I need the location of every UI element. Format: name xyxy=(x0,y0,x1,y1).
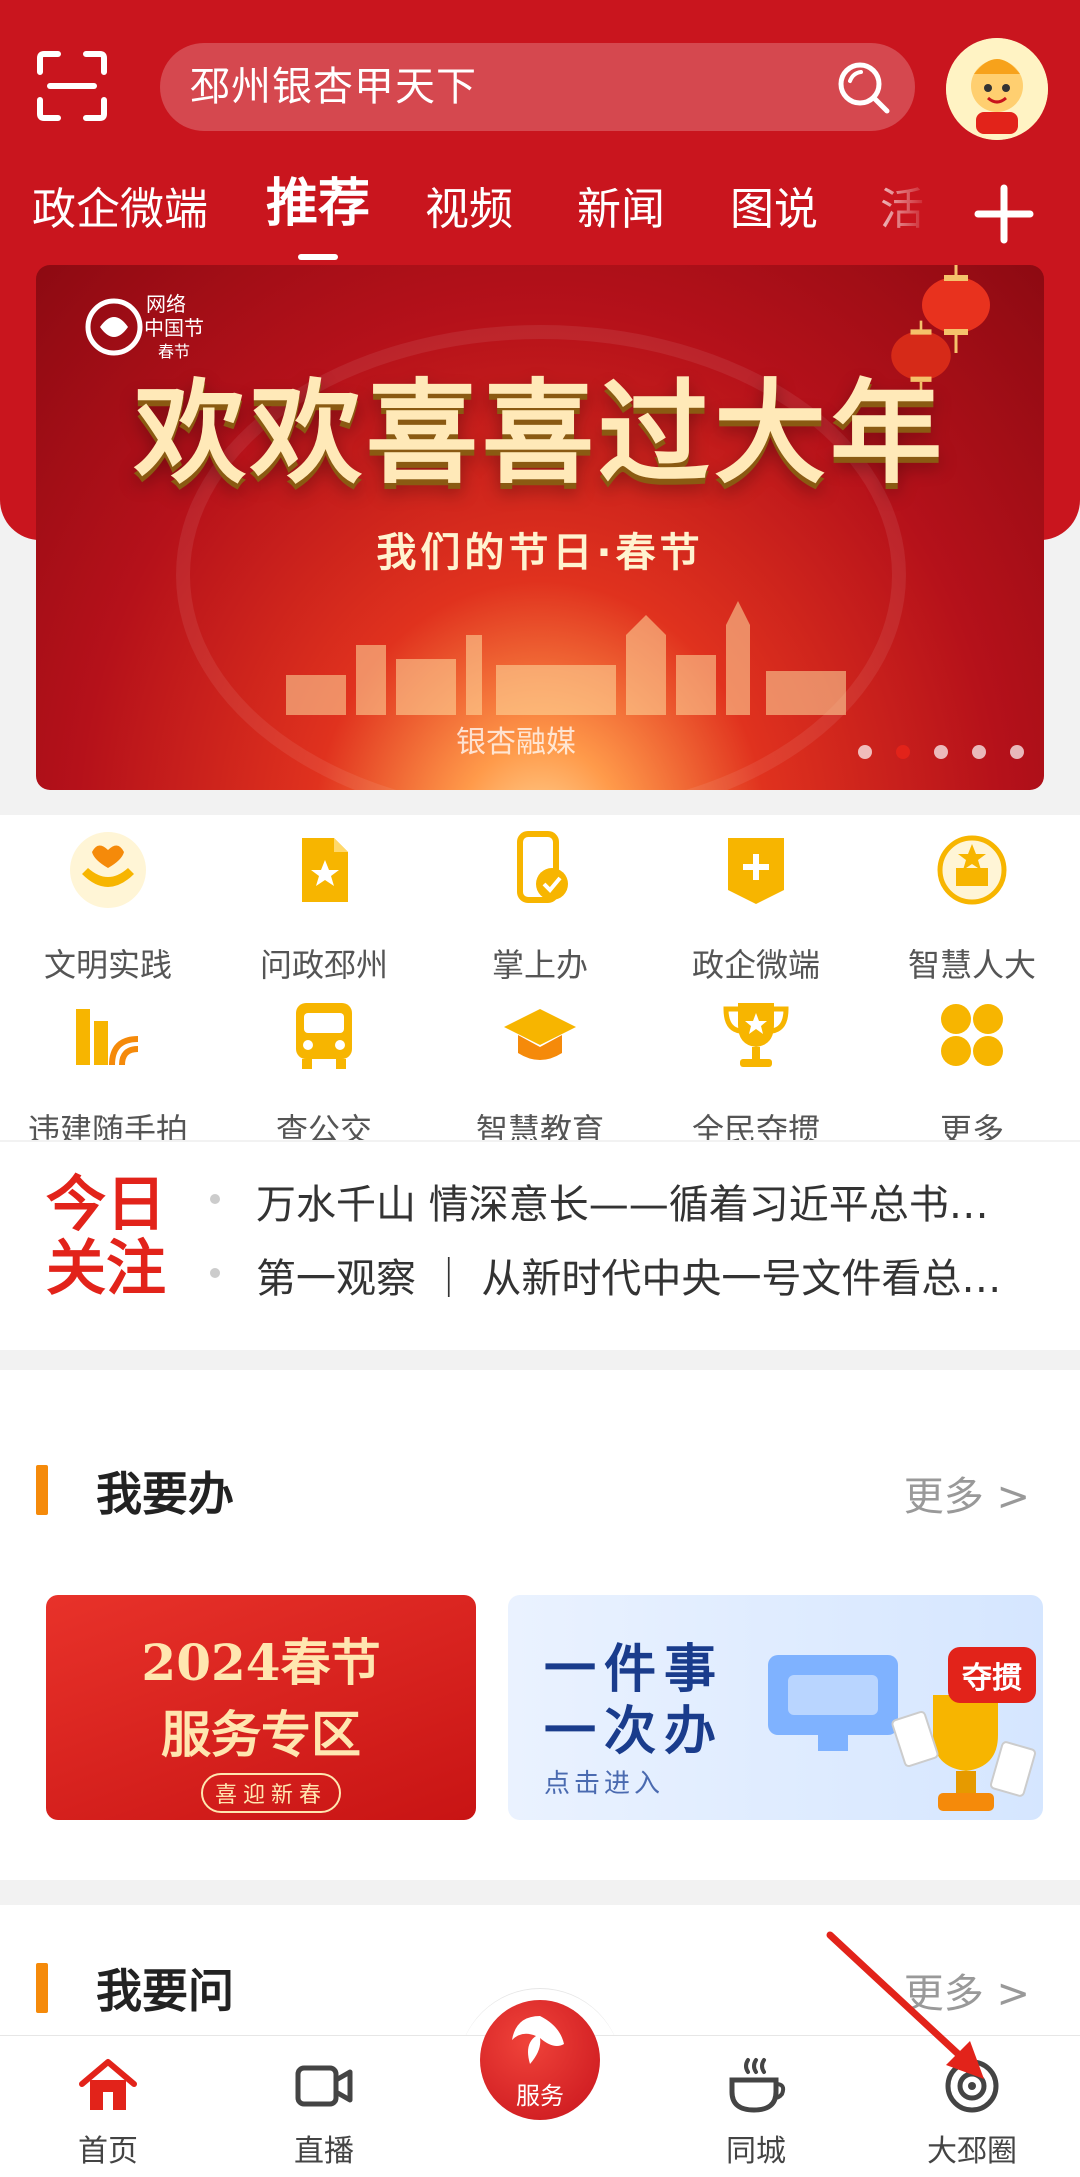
service-wenzheng[interactable]: 问政邳州 xyxy=(216,830,432,990)
avatar[interactable] xyxy=(946,38,1048,140)
carousel-dot[interactable] xyxy=(972,745,986,759)
search-icon[interactable] xyxy=(833,57,893,117)
section-more-link[interactable]: 更多 > xyxy=(904,1464,1030,1522)
one-thing-card[interactable]: 一件事 一次办 点击进入 夺掼 xyxy=(508,1595,1043,1820)
service-label: 问政邳州 xyxy=(259,946,388,984)
tab-zhengqi[interactable]: 政企微端 xyxy=(32,182,208,238)
star-document-icon xyxy=(302,838,348,902)
nav-home[interactable]: 首页 xyxy=(28,2046,188,2171)
card-tag: 喜迎新春 xyxy=(201,1773,342,1813)
banner-title: 欢欢喜喜过大年 xyxy=(134,368,946,499)
search-input[interactable]: 邳州银杏甲天下 xyxy=(160,43,915,131)
plus-badge-icon xyxy=(728,838,784,904)
card-year-title: 2024春节 xyxy=(141,1633,381,1692)
card-line2: 一次办 xyxy=(544,1702,725,1762)
service-label: 文明实践 xyxy=(43,946,172,984)
nav-circle[interactable]: 大邳圈 xyxy=(892,2046,1052,2171)
focus-news-text: 万水千山 情深意长——循着习近平总书… xyxy=(256,1182,989,1228)
trophy-cards-icon xyxy=(891,1695,1037,1811)
card-subtitle: 服务专区 xyxy=(161,1705,361,1764)
service-zhangshang[interactable]: 掌上办 xyxy=(432,830,648,990)
tab-fade xyxy=(860,170,960,250)
tab-picture[interactable]: 图说 xyxy=(730,182,818,238)
nav-label: 服务 xyxy=(516,2082,564,2110)
svg-text:网络: 网络 xyxy=(146,292,186,316)
tab-news[interactable]: 新闻 xyxy=(577,182,665,238)
today-focus-logo: 今日 关注 xyxy=(46,1172,176,1302)
tab-recommend[interactable]: 推荐 xyxy=(266,176,370,232)
tab-video[interactable]: 视频 xyxy=(425,182,513,238)
service-wenming[interactable]: 文明实践 xyxy=(0,830,216,990)
service-renda[interactable]: 智慧人大 xyxy=(864,830,1080,990)
coffee-cup-icon xyxy=(729,2058,786,2113)
nav-city[interactable]: 同城 xyxy=(676,2046,836,2171)
nav-live[interactable]: 直播 xyxy=(244,2046,404,2171)
service-bus[interactable]: 查公交 xyxy=(216,995,432,1155)
section-accent-bar xyxy=(36,1963,48,2013)
service-label: 智慧人大 xyxy=(907,946,1036,984)
nav-label: 直播 xyxy=(294,2134,354,2169)
city-skyline xyxy=(286,601,846,715)
banner-brand: 银杏融媒 xyxy=(456,725,576,760)
service-more[interactable]: 更多 xyxy=(864,995,1080,1155)
today-focus: 今日 关注 万水千山 情深意长——循着习近平总书… 第一观察 ｜ 从新时代中央一… xyxy=(0,1140,1080,1350)
section-title: 我要办 xyxy=(96,1467,234,1521)
spring-festival-service-card[interactable]: 2024春节 服务专区 喜迎新春 xyxy=(46,1595,476,1820)
top-bar: 邳州银杏甲天下 xyxy=(0,38,1080,140)
phone-check-icon xyxy=(517,831,568,903)
service-label: 政企微端 xyxy=(691,946,820,984)
service-duoguan[interactable]: 全民夺掼 xyxy=(648,995,864,1155)
search-placeholder: 邳州银杏甲天下 xyxy=(190,64,477,110)
graduation-cap-icon xyxy=(504,1009,576,1060)
home-icon xyxy=(79,2059,137,2110)
bus-icon xyxy=(296,1003,352,1069)
channel-tabs: 政企微端 推荐 视频 新闻 图说 活 xyxy=(0,170,1080,260)
add-channel-icon[interactable] xyxy=(972,182,1036,246)
video-camera-icon xyxy=(295,2065,353,2107)
trophy-icon xyxy=(723,1003,789,1067)
monitor-icon xyxy=(768,1655,898,1751)
carousel-dot[interactable] xyxy=(1010,745,1024,759)
section-more-link[interactable]: 更多 > xyxy=(904,1961,1030,2019)
nav-label: 大邳圈 xyxy=(927,2134,1017,2169)
hands-heart-icon xyxy=(70,832,146,908)
focus-logo-line1: 今日 xyxy=(46,1170,166,1240)
banner-subtitle: 我们的节日·春节 xyxy=(376,530,704,576)
nav-label: 同城 xyxy=(726,2134,786,2169)
focus-logo-line2: 关注 xyxy=(46,1234,166,1304)
card-hint: 点击进入 xyxy=(544,1769,665,1799)
carousel-dot[interactable] xyxy=(934,745,948,759)
nav-service[interactable]: 服务 xyxy=(480,2000,600,2120)
banner-carousel[interactable]: 网络 中国节 春节 欢欢喜喜过大年 我们的节日·春节 银杏融媒 xyxy=(36,265,1044,790)
nav-label: 首页 xyxy=(78,2134,138,2169)
focus-news-item[interactable]: 第一观察 ｜ 从新时代中央一号文件看总… xyxy=(210,1246,1040,1304)
section-accent-bar xyxy=(36,1465,48,1515)
ginkgo-icon xyxy=(512,2016,564,2064)
service-education[interactable]: 智慧教育 xyxy=(432,995,648,1155)
grid-more-icon xyxy=(941,1004,1003,1066)
scan-icon[interactable] xyxy=(36,50,108,122)
service-zhengqi[interactable]: 政企微端 xyxy=(648,830,864,990)
svg-text:中国节: 中国节 xyxy=(144,316,204,340)
target-icon xyxy=(945,2059,999,2113)
section-todo: 我要办 更多 > 2024春节 服务专区 喜迎新春 一件事 一次办 点击进入 夺… xyxy=(0,1370,1080,1880)
focus-news-text: 第一观察 ｜ 从新时代中央一号文件看总… xyxy=(256,1256,1002,1302)
emblem-icon xyxy=(937,835,1007,905)
duoguan-badge: 夺掼 xyxy=(948,1647,1036,1703)
service-weijian[interactable]: 违建随手拍 xyxy=(0,995,216,1155)
carousel-indicator xyxy=(858,745,1024,759)
service-grid: 文明实践 问政邳州 掌上办 政企微端 智慧人大 违建随手拍 查公交 智慧教育 全… xyxy=(0,815,1080,1149)
service-label: 掌上办 xyxy=(491,946,588,984)
section-title: 我要问 xyxy=(96,1964,234,2018)
focus-news-item[interactable]: 万水千山 情深意长——循着习近平总书… xyxy=(210,1172,1040,1230)
active-tab-indicator xyxy=(298,254,338,260)
building-camera-icon xyxy=(76,1009,139,1066)
carousel-dot-active[interactable] xyxy=(896,745,910,759)
carousel-dot[interactable] xyxy=(858,745,872,759)
